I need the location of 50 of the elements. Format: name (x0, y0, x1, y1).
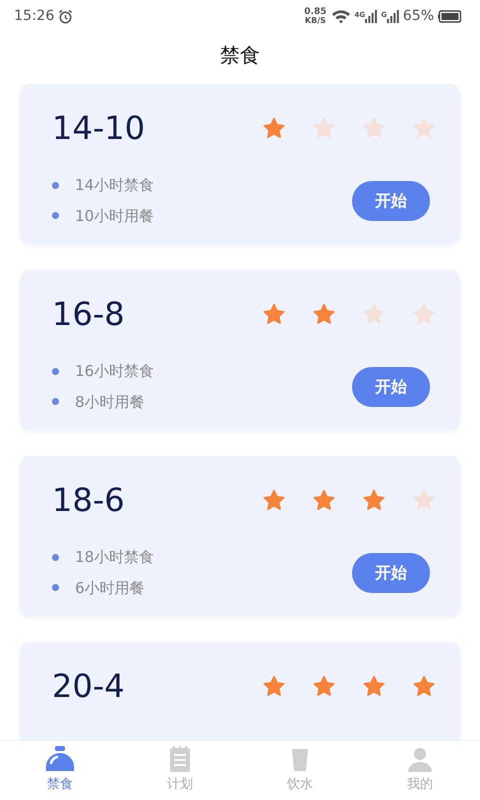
clock-time: 15:26 (14, 6, 54, 26)
tab-item[interactable]: 禁食 (0, 741, 120, 800)
plan-detail: 18小时禁食 (75, 547, 154, 568)
bowl-icon (44, 745, 76, 773)
plan-title: 20-4 (52, 670, 125, 702)
star-icon (312, 303, 336, 325)
plan-title: 16-8 (52, 298, 125, 330)
star-icon (262, 675, 286, 697)
plan-detail: 8小时用餐 (75, 392, 145, 412)
plan-detail: 10小时用餐 (75, 206, 154, 226)
wifi-icon (330, 8, 350, 24)
network-speed: 0.85 (304, 8, 326, 16)
battery-percent: 65% (402, 6, 434, 26)
alarm-icon (58, 8, 74, 24)
plan-title: 18-6 (52, 484, 125, 516)
bullet-dot (52, 368, 59, 375)
star-icon (362, 675, 386, 697)
signal-icon (386, 10, 399, 22)
empty-star-icon (362, 303, 386, 325)
signal-icon (365, 10, 378, 22)
empty-star-icon (412, 117, 436, 139)
bullet-dot (52, 212, 59, 220)
page-title: 禁食 (220, 42, 260, 69)
bullet-dot (52, 584, 59, 592)
empty-star-icon (412, 303, 436, 325)
tab-item[interactable]: 我的 (360, 741, 480, 800)
star-icon (412, 675, 436, 697)
star-icon (262, 303, 286, 325)
bullet-dot (52, 554, 59, 561)
empty-star-icon (362, 117, 386, 139)
plan-detail: 6小时用餐 (75, 578, 145, 598)
tab-item[interactable]: 计划 (120, 741, 240, 800)
star-icon (312, 675, 336, 697)
plan-detail: 14小时禁食 (75, 175, 154, 196)
star-icon (262, 117, 286, 139)
empty-star-icon (312, 117, 336, 139)
empty-star-icon (412, 489, 436, 511)
bullet-dot (52, 398, 59, 406)
bullet-dot (52, 182, 59, 189)
start-button[interactable]: 开始 (352, 553, 430, 593)
battery-icon (438, 10, 462, 22)
plan-detail: 16小时禁食 (75, 361, 154, 382)
start-button[interactable]: 开始 (352, 181, 430, 221)
star-icon (312, 489, 336, 511)
star-icon (262, 489, 286, 511)
plan-title: 14-10 (52, 112, 145, 144)
star-icon (362, 489, 386, 511)
speed-unit: KB/S (304, 16, 326, 24)
tab-item[interactable]: 饮水 (240, 741, 360, 800)
start-button[interactable]: 开始 (352, 367, 430, 407)
